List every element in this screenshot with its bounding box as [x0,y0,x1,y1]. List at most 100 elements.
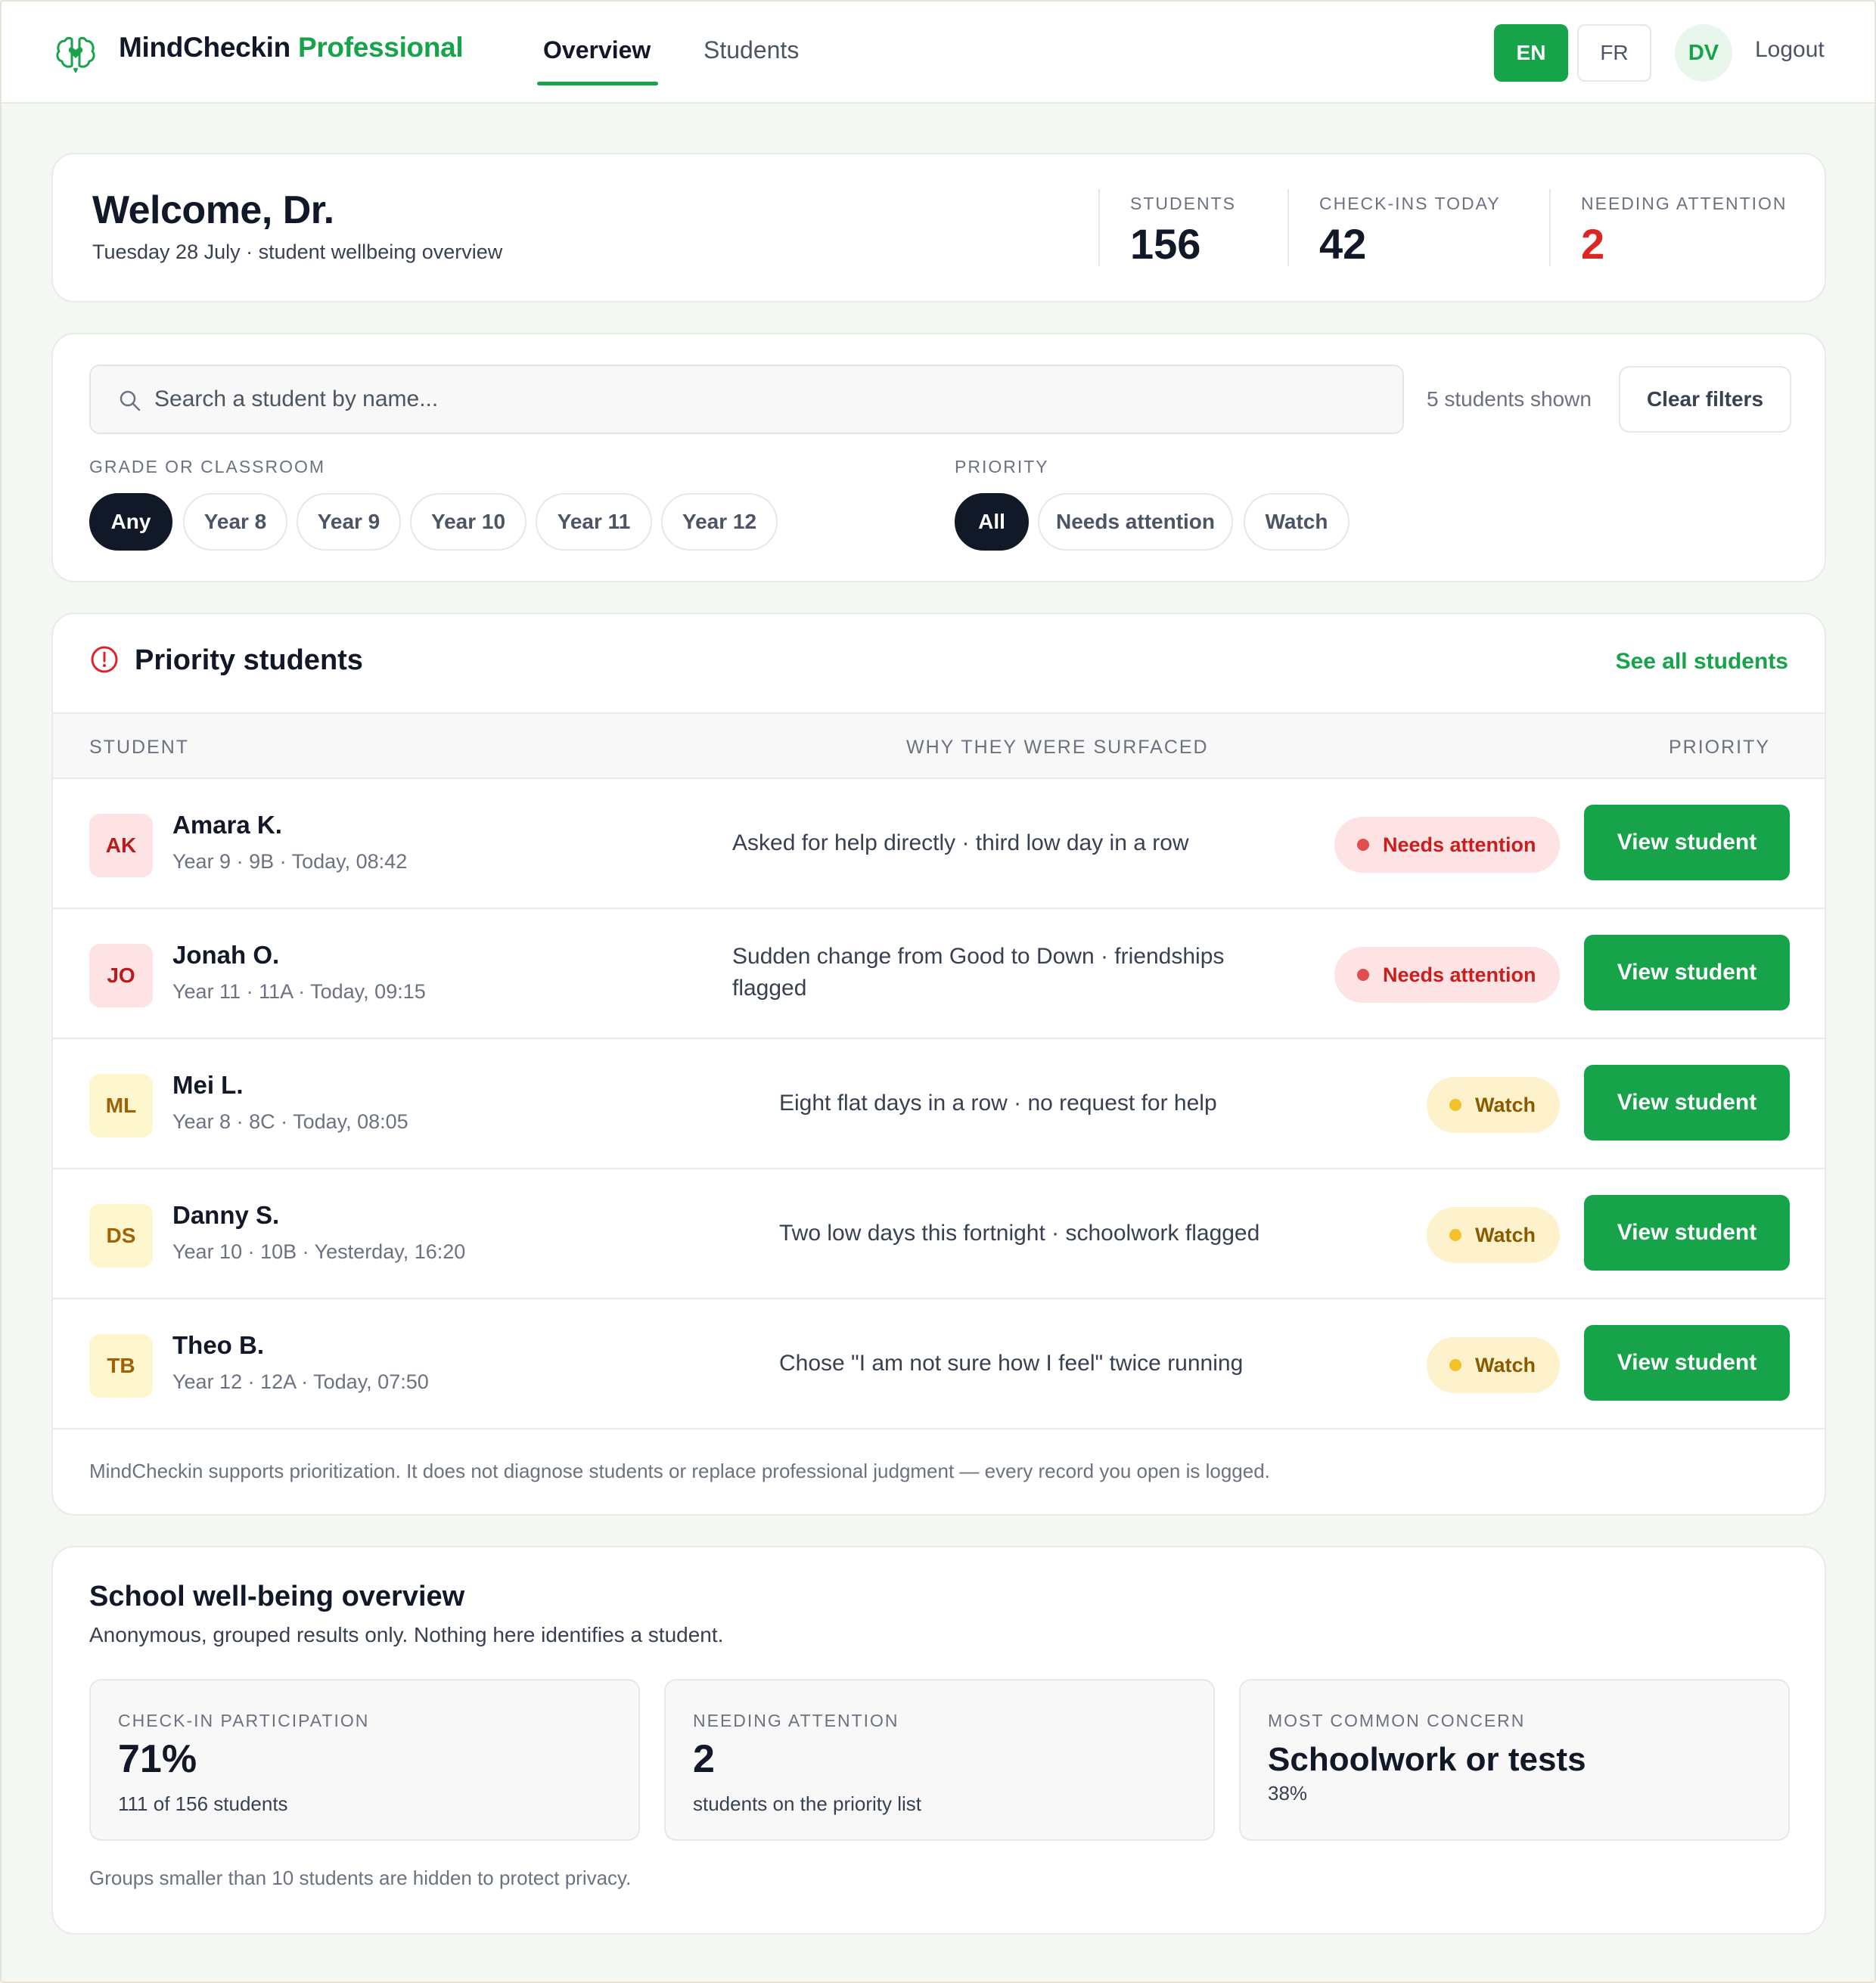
table-row[interactable]: AK Amara K. Year 9 · 9B · Today, 08:42 A… [53,779,1825,909]
brain-heart-logo-icon [56,36,95,73]
table-row[interactable]: JO Jonah O. Year 11 · 11A · Today, 09:15… [53,909,1825,1039]
view-student-button[interactable]: View student [1584,1065,1790,1140]
student-name: Jonah O. [172,941,280,969]
student-avatar: DS [89,1204,153,1268]
search-input[interactable] [154,366,1365,433]
student-avatar: TB [89,1334,153,1398]
attention-stat-box: NEEDING ATTENTION 2 students on the prio… [664,1679,1215,1841]
surfaced-reason: Eight flat days in a row · no request fo… [779,1091,1217,1116]
concern-stat-box: MOST COMMON CONCERN Schoolwork or tests … [1239,1679,1790,1841]
overview-subtitle: Anonymous, grouped results only. Nothing… [89,1623,724,1646]
stat-divider [1287,189,1289,266]
priority-badge: Watch [1427,1207,1560,1263]
student-meta: Year 9 · 9B · Today, 08:42 [172,850,408,873]
stat-checkins-value: 42 [1319,220,1367,268]
priority-badge: Needs attention [1334,947,1560,1003]
attention-note: students on the priority list [693,1792,922,1815]
brand-main: MindCheckin [119,32,290,63]
chip-priority-watch[interactable]: Watch [1244,493,1350,551]
attention-label: NEEDING ATTENTION [693,1711,899,1730]
top-navigation-bar: MindCheckin Professional Overview Studen… [2,2,1874,104]
prioritization-disclaimer: MindCheckin supports prioritization. It … [89,1460,1270,1482]
participation-note: 111 of 156 students [118,1792,288,1815]
priority-badge: Needs attention [1334,817,1560,873]
surfaced-reason: Chose "I am not sure how I feel" twice r… [779,1351,1244,1376]
welcome-subtitle: Tuesday 28 July · student wellbeing over… [92,241,503,263]
concern-value: Schoolwork or tests [1268,1741,1586,1778]
brand-name[interactable]: MindCheckin Professional [119,32,464,64]
surfaced-reason: Asked for help directly · third low day … [732,830,1189,855]
column-header-priority: PRIORITY [1669,737,1771,758]
student-name: Mei L. [172,1071,244,1099]
priority-students-card: Priority students See all students STUDE… [51,613,1826,1516]
column-header-why: WHY THEY WERE SURFACED [906,737,1209,758]
priority-badge: Watch [1427,1337,1560,1393]
privacy-note: Groups smaller than 10 students are hidd… [89,1867,632,1889]
view-student-button[interactable]: View student [1584,1325,1790,1401]
logout-link[interactable]: Logout [1755,37,1825,63]
chip-grade-year-11[interactable]: Year 11 [536,493,652,551]
tab-overview[interactable]: Overview [543,36,651,64]
chip-priority-all[interactable]: All [955,493,1029,551]
stat-attention-label: NEEDING ATTENTION [1581,194,1787,213]
surfaced-reason: Sudden change from Good to Down · friend… [732,944,1225,1001]
student-meta: Year 11 · 11A · Today, 09:15 [172,980,426,1003]
chip-grade-year-9[interactable]: Year 9 [297,493,401,551]
student-meta: Year 10 · 10B · Yesterday, 16:20 [172,1240,466,1263]
column-header-student: STUDENT [89,737,190,758]
participation-label: CHECK-IN PARTICIPATION [118,1711,370,1730]
welcome-card: Welcome, Dr. Tuesday 28 July · student w… [51,153,1826,303]
student-avatar: ML [89,1074,153,1137]
view-student-button[interactable]: View student [1584,1195,1790,1271]
chip-priority-needs-attention[interactable]: Needs attention [1038,493,1233,551]
surfaced-reason: Two low days this fortnight · schoolwork… [779,1221,1260,1246]
chip-grade-year-12[interactable]: Year 12 [661,493,778,551]
alert-circle-icon [91,646,118,673]
stat-checkins-label: CHECK-INS TODAY [1319,194,1501,213]
chip-grade-any[interactable]: Any [89,493,172,551]
language-fr-button[interactable]: FR [1577,24,1651,82]
stat-divider [1549,189,1551,266]
tab-students[interactable]: Students [704,36,799,64]
brand-accent: Professional [297,32,464,63]
concern-label: MOST COMMON CONCERN [1268,1711,1526,1730]
student-meta: Year 12 · 12A · Today, 07:50 [172,1370,429,1393]
attention-value: 2 [693,1737,715,1781]
stat-students-value: 156 [1130,220,1201,268]
priority-badge: Watch [1427,1077,1560,1133]
table-row[interactable]: ML Mei L. Year 8 · 8C · Today, 08:05 Eig… [53,1039,1825,1169]
stat-students-label: STUDENTS [1130,194,1236,213]
search-box[interactable] [89,365,1404,434]
view-student-button[interactable]: View student [1584,805,1790,880]
chip-grade-year-8[interactable]: Year 8 [183,493,287,551]
overview-title: School well-being overview [89,1581,465,1612]
students-shown-count: 5 students shown [1427,387,1592,411]
priority-filter-label: PRIORITY [955,457,1049,476]
see-all-students-link[interactable]: See all students [1616,649,1788,675]
participation-value: 71% [118,1737,197,1781]
chip-grade-year-10[interactable]: Year 10 [410,493,526,551]
language-en-button[interactable]: EN [1494,24,1568,82]
student-meta: Year 8 · 8C · Today, 08:05 [172,1110,408,1133]
welcome-title: Welcome, Dr. [92,188,334,232]
app-window: MindCheckin Professional Overview Studen… [0,0,1876,1983]
table-row[interactable]: TB Theo B. Year 12 · 12A · Today, 07:50 … [53,1299,1825,1429]
student-avatar: AK [89,814,153,877]
view-student-button[interactable]: View student [1584,935,1790,1010]
table-row[interactable]: DS Danny S. Year 10 · 10B · Yesterday, 1… [53,1169,1825,1299]
wellbeing-overview-card: School well-being overview Anonymous, gr… [51,1546,1826,1935]
table-header: STUDENT WHY THEY WERE SURFACED PRIORITY [53,712,1825,779]
stat-attention-value: 2 [1581,220,1605,268]
filters-card: 5 students shown Clear filters GRADE OR … [51,333,1826,582]
search-icon [120,390,141,411]
student-name: Danny S. [172,1201,280,1229]
student-name: Theo B. [172,1331,264,1359]
stat-divider [1098,189,1100,266]
priority-title: Priority students [135,644,363,676]
student-avatar: JO [89,944,153,1007]
participation-stat-box: CHECK-IN PARTICIPATION 71% 111 of 156 st… [89,1679,640,1841]
clear-filters-button[interactable]: Clear filters [1619,366,1791,433]
concern-percentage: 38% [1268,1782,1308,1805]
user-avatar[interactable]: DV [1675,24,1732,82]
student-name: Amara K. [172,811,282,839]
